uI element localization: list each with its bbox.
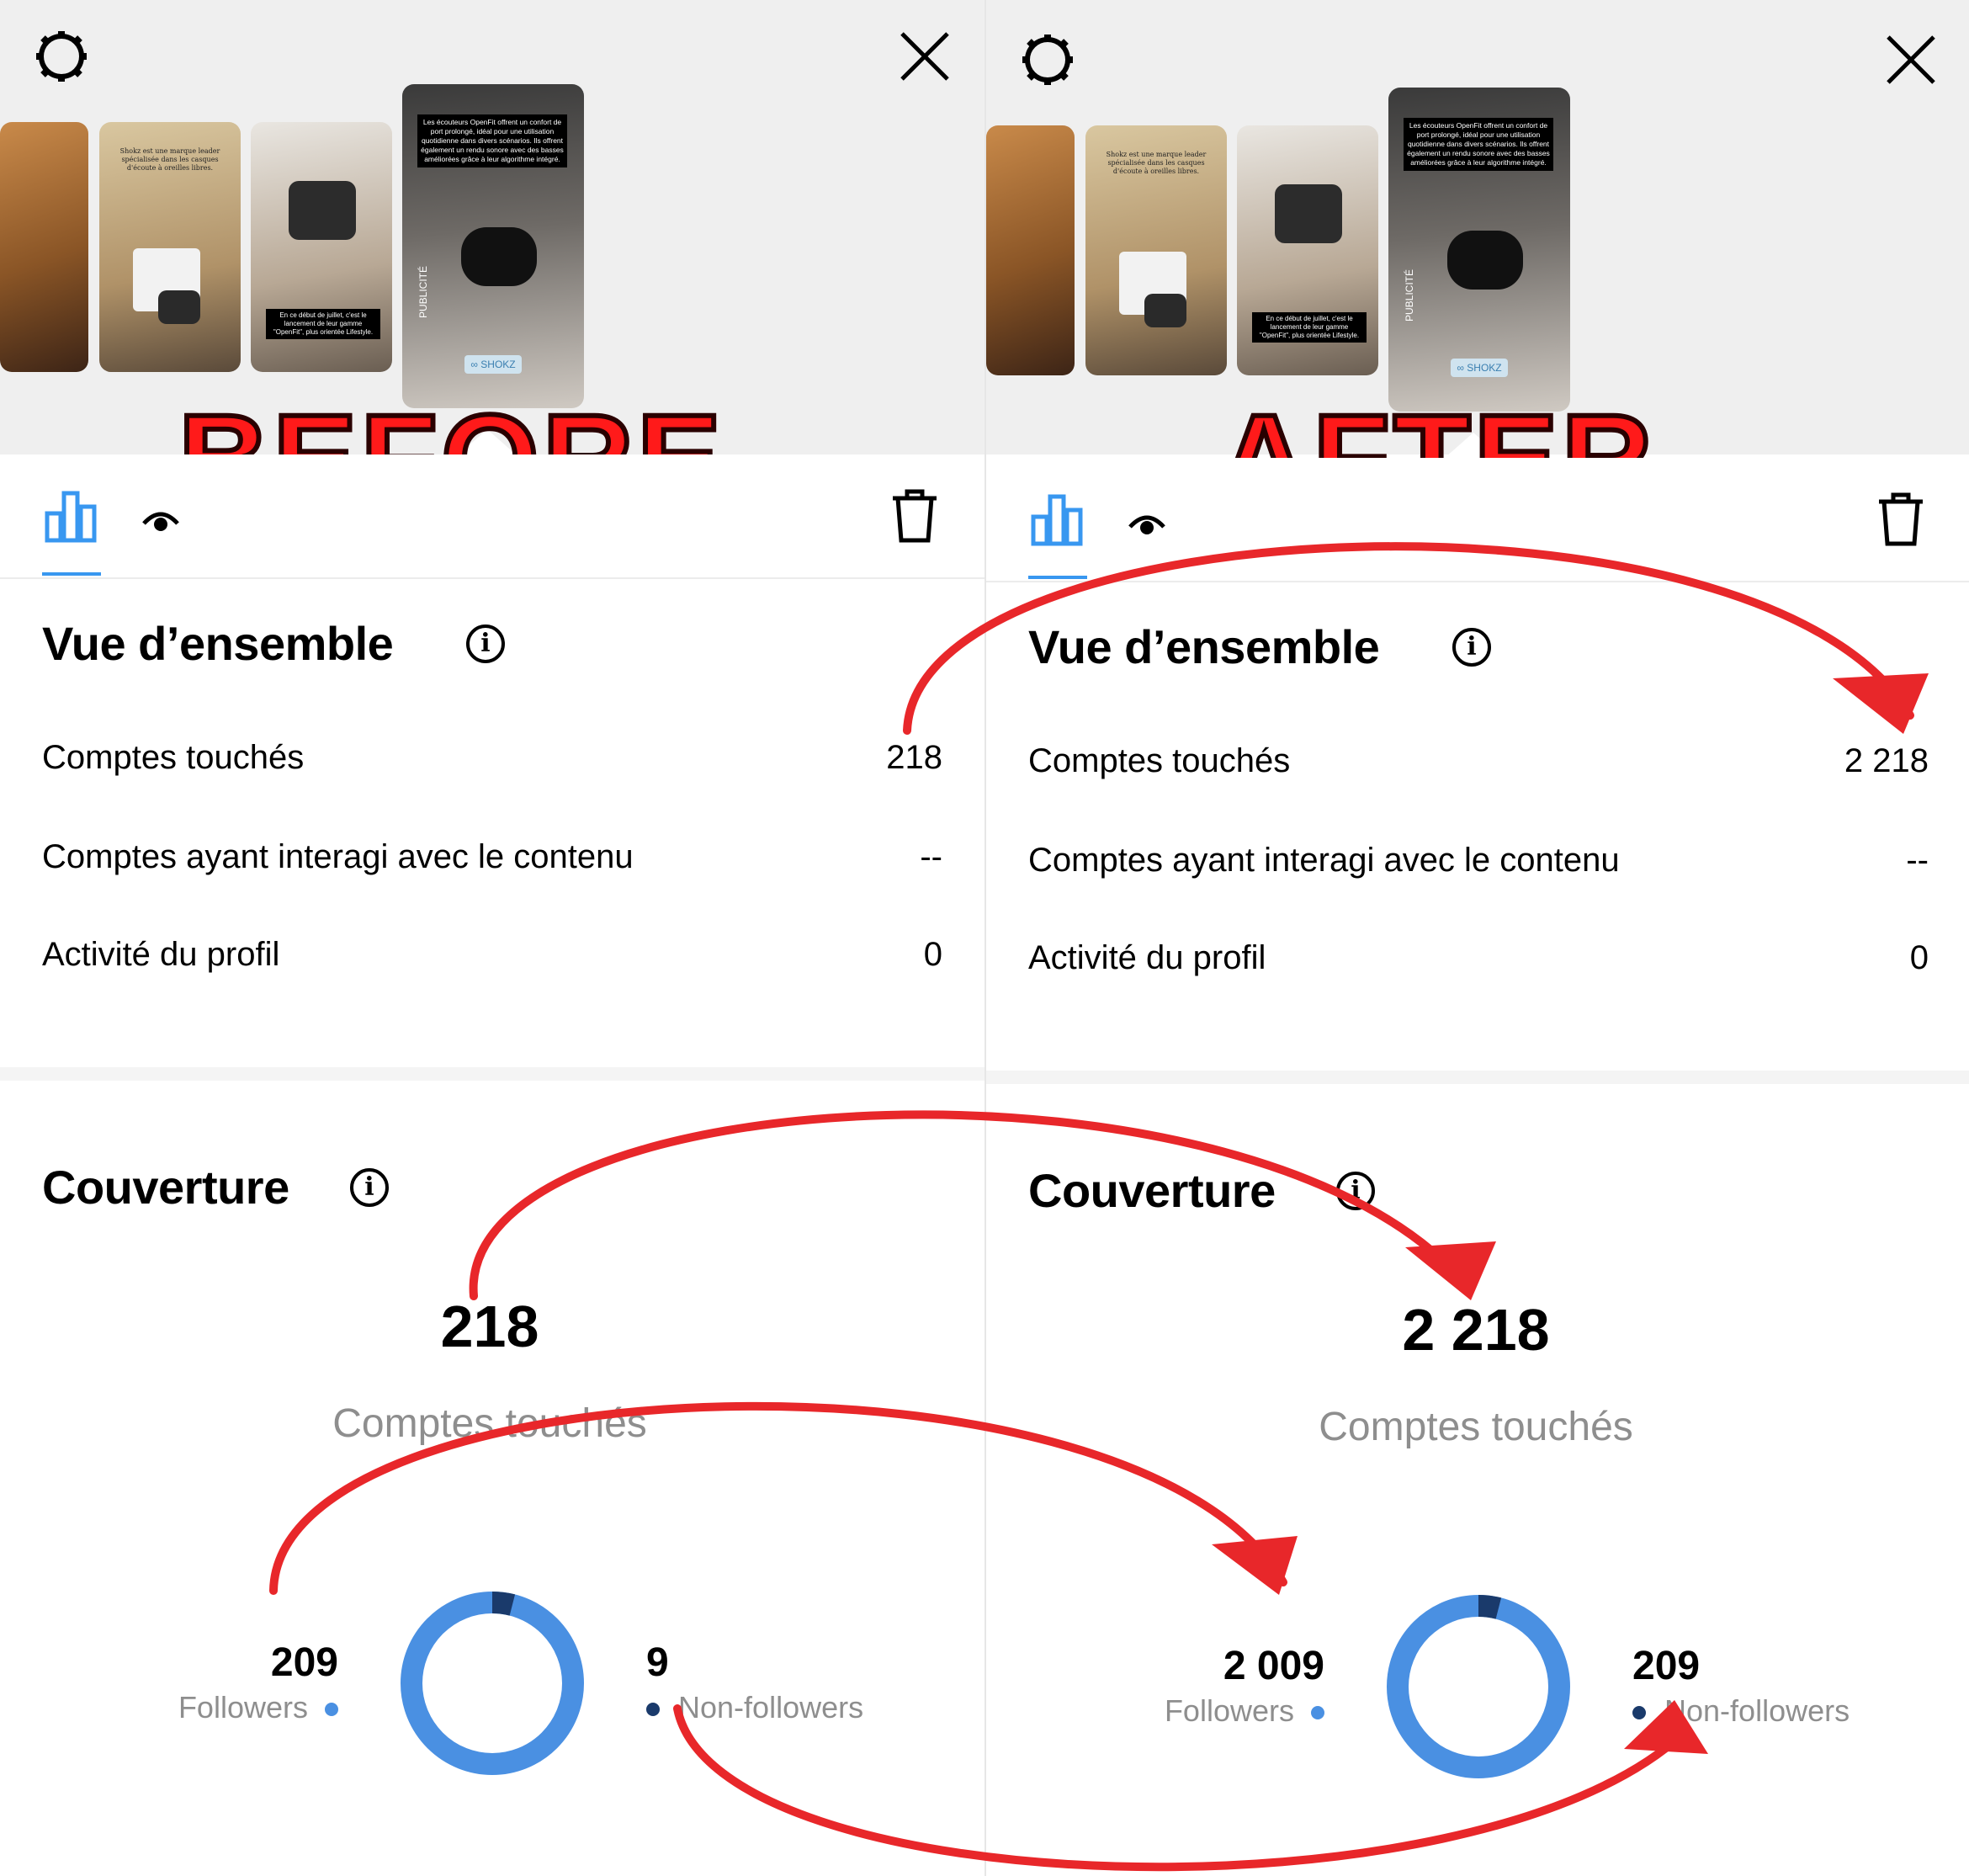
shokz-link-label: SHOKZ	[1467, 362, 1502, 374]
story-thumbnail-text: Shokz est une marque leader spécialisée …	[119, 147, 220, 172]
overview-row-label: Comptes touchés	[42, 739, 305, 776]
trash-icon[interactable]	[890, 488, 939, 544]
overview-row-value: --	[920, 838, 942, 875]
link-icon: ∞	[470, 359, 478, 370]
followers-donut-chart	[1387, 1595, 1570, 1778]
overview-row-label: Comptes ayant interagi avec le contenu	[1028, 842, 1620, 879]
overview-row-label: Activité du profil	[1028, 939, 1266, 976]
followers-legend: Followers	[1165, 1693, 1324, 1729]
overview-title: Vue d’ensemble	[42, 617, 394, 670]
active-tab-indicator	[42, 572, 101, 576]
link-icon: ∞	[1457, 362, 1464, 374]
non-followers-count: 9	[646, 1640, 669, 1685]
story-thumbnail-text: Les écouteurs OpenFit offrent un confort…	[1404, 118, 1553, 171]
coverage-total-label: Comptes touchés	[332, 1401, 647, 1446]
story-header: Shokz est une marque leader spécialisée …	[986, 0, 1969, 458]
overview-row-label: Comptes ayant interagi avec le contenu	[42, 838, 634, 875]
after-panel: Shokz est une marque leader spécialisée …	[986, 0, 1969, 1876]
earbuds-case-image	[289, 181, 356, 240]
bar-chart-icon[interactable]	[42, 488, 99, 544]
coverage-total: 218	[440, 1294, 539, 1359]
overview-row-value: 2 218	[1844, 742, 1929, 779]
story-thumbnail[interactable]	[986, 125, 1075, 375]
shokz-link-label: SHOKZ	[480, 359, 516, 370]
info-icon[interactable]: i	[350, 1168, 389, 1207]
earbuds-case-image	[158, 290, 200, 324]
non-followers-legend-label: Non-followers	[1664, 1693, 1850, 1728]
story-thumbnail[interactable]: En ce début de juillet, c'est le lanceme…	[251, 122, 392, 372]
before-panel: Shokz est une marque leader spécialisée …	[0, 0, 984, 1876]
followers-donut-chart	[401, 1592, 584, 1775]
coverage-title: Couverture	[42, 1161, 289, 1214]
overview-row-value: 218	[886, 739, 942, 776]
coverage-total: 2 218	[1402, 1297, 1550, 1363]
followers-dot	[325, 1703, 338, 1717]
non-followers-dot	[646, 1703, 660, 1717]
eye-icon[interactable]	[1128, 507, 1166, 540]
followers-legend: Followers	[178, 1690, 338, 1725]
overview-row-label: Comptes touchés	[1028, 742, 1291, 779]
story-thumbnail-active[interactable]: Les écouteurs OpenFit offrent un confort…	[402, 84, 584, 408]
non-followers-count: 209	[1632, 1644, 1701, 1688]
close-icon[interactable]	[897, 29, 953, 84]
followers-dot	[1311, 1706, 1324, 1720]
info-icon[interactable]: i	[1336, 1172, 1375, 1210]
close-icon[interactable]	[1883, 32, 1939, 88]
story-thumbnail-text: En ce début de juillet, c'est le lanceme…	[1252, 312, 1367, 343]
info-icon[interactable]: i	[1452, 628, 1491, 667]
donut-followers-segment	[401, 1592, 584, 1775]
followers-count: 209	[270, 1640, 338, 1685]
non-followers-dot	[1632, 1706, 1646, 1720]
story-thumbnail[interactable]: En ce début de juillet, c'est le lanceme…	[1237, 125, 1378, 375]
coverage-title: Couverture	[1028, 1164, 1276, 1217]
donut-followers-segment	[1387, 1595, 1570, 1778]
overview-row-value: 0	[1909, 939, 1929, 976]
overview-row-value: --	[1906, 842, 1929, 879]
gear-icon[interactable]	[1020, 32, 1075, 88]
overview-row-value: 0	[923, 936, 942, 973]
non-followers-legend: Non-followers	[646, 1690, 863, 1725]
followers-count: 2 009	[1223, 1644, 1324, 1688]
story-thumbnail-text: En ce début de juillet, c'est le lanceme…	[266, 309, 380, 339]
overview-title: Vue d’ensemble	[1028, 620, 1380, 673]
followers-legend-label: Followers	[178, 1690, 308, 1725]
publicite-vertical-label: PUBLICITÉ	[417, 265, 430, 319]
bar-chart-icon[interactable]	[1028, 492, 1085, 547]
section-divider	[986, 1071, 1969, 1084]
followers-legend-label: Followers	[1164, 1693, 1294, 1728]
info-icon[interactable]: i	[466, 624, 505, 663]
insights-tabs	[986, 458, 1969, 582]
earbuds-image	[461, 227, 537, 286]
eye-icon[interactable]	[141, 503, 180, 537]
earbuds-case-image	[1275, 184, 1342, 243]
overview-row-label: Activité du profil	[42, 936, 280, 973]
story-thumbnail-text: Les écouteurs OpenFit offrent un confort…	[417, 114, 567, 167]
section-divider	[0, 1067, 984, 1081]
non-followers-legend-label: Non-followers	[678, 1690, 864, 1725]
story-thumbnail[interactable]: Shokz est une marque leader spécialisée …	[99, 122, 241, 372]
story-thumbnail[interactable]: Shokz est une marque leader spécialisée …	[1085, 125, 1227, 375]
shokz-link-sticker[interactable]: ∞ SHOKZ	[1451, 359, 1508, 377]
insights-tabs	[0, 454, 984, 579]
earbuds-image	[1447, 231, 1523, 290]
story-thumbnails: Shokz est une marque leader spécialisée …	[0, 84, 984, 412]
gear-icon[interactable]	[34, 29, 89, 84]
earbuds-case-image	[1144, 294, 1186, 327]
story-thumbnails: Shokz est une marque leader spécialisée …	[986, 88, 1969, 416]
publicite-vertical-label: PUBLICITÉ	[1404, 268, 1416, 322]
non-followers-legend: Non-followers	[1632, 1693, 1850, 1729]
trash-icon[interactable]	[1876, 492, 1925, 547]
story-thumbnail[interactable]	[0, 122, 88, 372]
story-header: Shokz est une marque leader spécialisée …	[0, 0, 984, 454]
active-tab-indicator	[1028, 576, 1087, 579]
shokz-link-sticker[interactable]: ∞ SHOKZ	[464, 355, 522, 374]
coverage-total-label: Comptes touchés	[1319, 1405, 1633, 1449]
story-thumbnail-text: Shokz est une marque leader spécialisée …	[1106, 151, 1207, 175]
story-thumbnail-active[interactable]: Les écouteurs OpenFit offrent un confort…	[1388, 88, 1570, 412]
